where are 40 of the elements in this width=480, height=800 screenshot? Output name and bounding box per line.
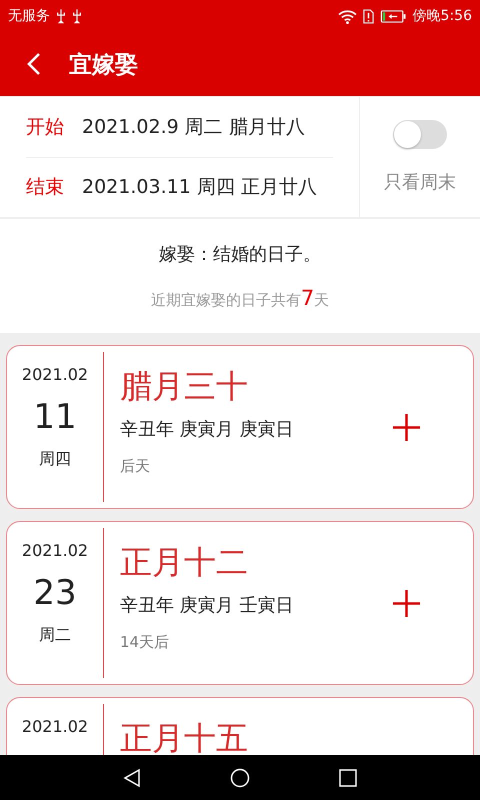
plus-icon[interactable] [392, 412, 421, 442]
toggle-label: 只看周末 [384, 171, 456, 194]
ganzhi-text: 辛丑年 庚寅月 庚寅日 [120, 418, 294, 442]
usb-icon [56, 8, 66, 24]
day-number: 23 [33, 573, 77, 613]
sim-alert-icon [362, 8, 374, 24]
carrier-text: 无服务 [8, 7, 50, 25]
wifi-icon [338, 8, 357, 24]
lunar-date: 腊月三十 [120, 366, 249, 406]
battery-icon [380, 10, 407, 22]
date-row[interactable]: 结束 2021.03.11 周四 正月廿八 [26, 156, 333, 217]
relative-day: 后天 [120, 456, 392, 476]
weekday-text: 周四 [39, 449, 71, 469]
range-label: 结束 [26, 175, 64, 200]
summary-text: 近期宜嫁娶的日子共有7天 [150, 286, 330, 310]
toggle-switch[interactable] [393, 120, 447, 149]
day-card[interactable]: 2021.02 11 周四 腊月三十 辛丑年 庚寅月 庚寅日 后天 [6, 345, 474, 509]
lunar-date: 正月十二 [120, 542, 249, 582]
weekday-text: 周二 [39, 625, 71, 645]
day-card[interactable]: 2021.02 23 周二 正月十二 辛丑年 庚寅月 壬寅日 14天后 [6, 521, 474, 685]
plus-icon[interactable] [392, 588, 421, 618]
recents-icon[interactable] [338, 768, 358, 788]
description-text: 嫁娶：结婚的日子。 [159, 243, 321, 266]
relative-day: 14天后 [120, 632, 392, 652]
clock-text: 傍晚5:56 [412, 7, 472, 25]
day-number: 11 [33, 397, 77, 437]
usb-icon [72, 8, 82, 24]
ganzhi-text: 辛丑年 庚寅月 壬寅日 [120, 594, 294, 618]
home-icon[interactable] [230, 768, 250, 788]
range-value: 2021.02.9 周二 腊月廿八 [82, 114, 305, 140]
range-label: 开始 [26, 114, 64, 140]
day-card[interactable]: 2021.02 正月十五 [6, 697, 474, 755]
month-text: 2021.02 [22, 717, 88, 737]
range-value: 2021.03.11 周四 正月廿八 [82, 175, 317, 200]
page-title: 宜嫁娶 [69, 50, 138, 80]
month-text: 2021.02 [22, 365, 88, 385]
date-row[interactable]: 开始 2021.02.9 周二 腊月廿八 [26, 97, 333, 156]
month-text: 2021.02 [22, 541, 88, 561]
back-icon[interactable] [122, 768, 142, 788]
lunar-date: 正月十五 [120, 718, 249, 755]
